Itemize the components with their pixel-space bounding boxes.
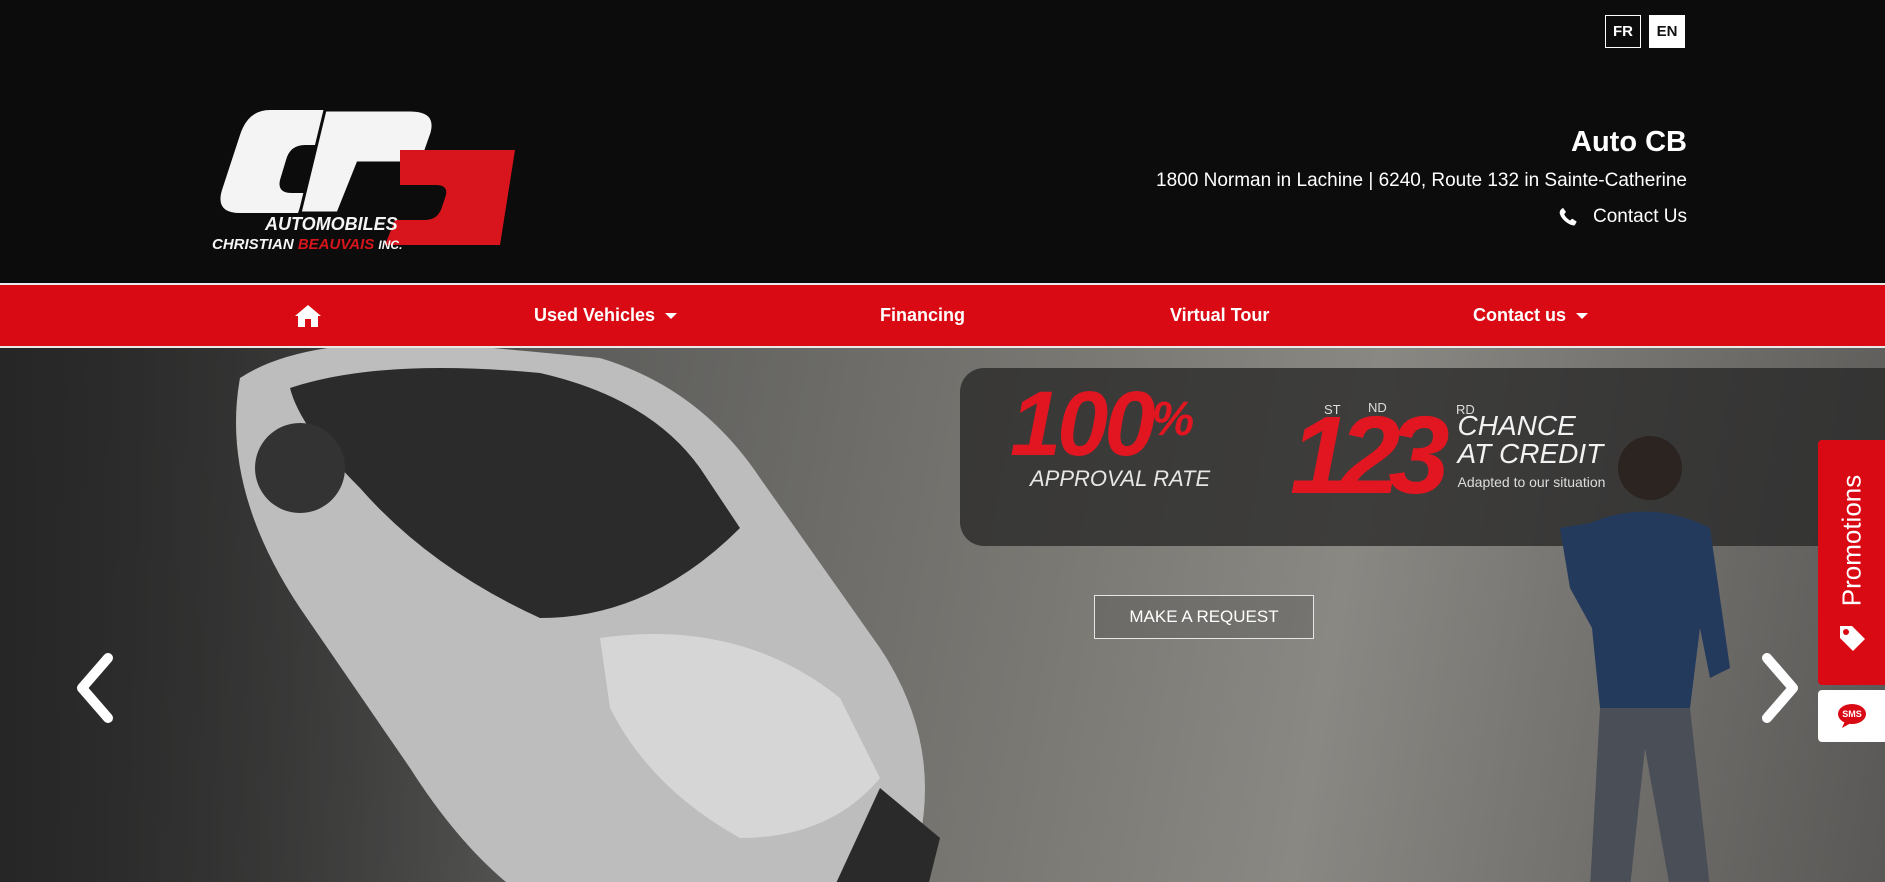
home-icon (295, 304, 321, 327)
chevron-right-icon[interactable] (1755, 648, 1805, 728)
promotions-label-wrap: Promotions (1828, 470, 1876, 610)
sms-label: SMS (1842, 709, 1862, 719)
chevron-left-icon[interactable] (70, 648, 120, 728)
nav-contact-us[interactable]: Contact us (1473, 285, 1589, 346)
promotions-label: Promotions (1836, 474, 1867, 606)
lang-fr-button[interactable]: FR (1605, 15, 1641, 48)
address-text: 1800 Norman in Lachine | 6240, Route 132… (1156, 170, 1687, 191)
logo-line2-b: BEAUVAIS (298, 236, 374, 253)
tag-icon (1840, 626, 1865, 651)
logo-line1: AUTOMOBILES (264, 214, 398, 234)
approval-rate-label: APPROVAL RATE (1030, 466, 1211, 491)
nav-financing[interactable]: Financing (880, 285, 965, 346)
nav-home[interactable] (294, 285, 322, 346)
nav-contact-us-label: Contact us (1473, 305, 1567, 325)
ordinal-st: ST (1324, 402, 1341, 417)
nav-virtual-tour[interactable]: Virtual Tour (1170, 285, 1269, 346)
nav-used-vehicles[interactable]: Used Vehicles (534, 285, 678, 346)
logo-line2-c: INC. (378, 238, 402, 252)
chance-digits: 123 ST ND RD (1290, 394, 1475, 517)
main-nav: Used Vehicles Financing Virtual Tour Con… (0, 283, 1885, 348)
chevron-down-icon (1576, 312, 1589, 319)
site-header: FR EN AUTOMOBILES CHRISTIAN BEAUVAIS INC… (0, 0, 1885, 283)
site-logo[interactable]: AUTOMOBILES CHRISTIAN BEAUVAIS INC. (210, 105, 530, 255)
hero-slider: 100% APPROVAL RATE 123 ST ND RD CHANCE A… (0, 348, 1885, 882)
ordinal-nd: ND (1368, 400, 1387, 415)
sms-icon: SMS (1837, 704, 1866, 728)
lang-en-button[interactable]: EN (1649, 15, 1685, 48)
brand-name: Auto CB (1571, 126, 1687, 158)
sms-tab[interactable]: SMS (1818, 690, 1885, 742)
header-info: Auto CB 1800 Norman in Lachine | 6240, R… (1156, 120, 1687, 228)
contact-link[interactable]: Contact Us (1156, 206, 1687, 228)
nav-used-vehicles-label: Used Vehicles (534, 305, 656, 325)
approval-rate-value: 100% (1010, 373, 1194, 475)
nav-financing-label: Financing (880, 305, 965, 325)
nav-virtual-tour-label: Virtual Tour (1170, 305, 1270, 325)
chevron-down-icon (665, 312, 678, 319)
logo-line2-a: CHRISTIAN (212, 236, 295, 253)
make-request-button[interactable]: MAKE A REQUEST (1094, 595, 1314, 639)
phone-icon (1559, 207, 1577, 226)
approval-block: 100% APPROVAL RATE (1010, 378, 1210, 492)
ordinal-rd: RD (1456, 402, 1475, 417)
car-image (236, 348, 940, 882)
svg-text:CHRISTIAN BEAUVAIS INC.: CHRISTIAN BEAUVAIS INC. (212, 236, 402, 253)
contact-label: Contact Us (1593, 206, 1687, 227)
promotions-tab[interactable]: Promotions (1818, 440, 1885, 685)
